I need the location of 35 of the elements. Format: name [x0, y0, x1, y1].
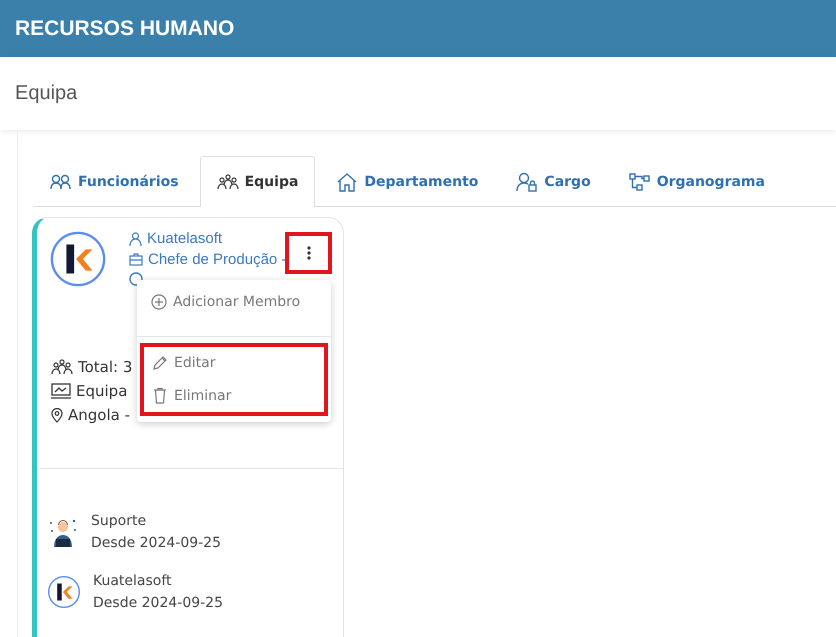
pencil-icon — [152, 355, 168, 371]
user-lock-icon — [516, 172, 538, 192]
member-since: Desde 2024-09-25 — [93, 595, 223, 611]
briefcase-icon — [129, 253, 143, 266]
trash-icon — [152, 387, 168, 404]
total-text: Total: 3 — [78, 358, 132, 376]
more-button[interactable] — [285, 232, 332, 274]
menu-item[interactable]: Editar — [144, 347, 324, 379]
tab[interactable]: Equipa — [200, 156, 316, 207]
logo-icon — [47, 575, 81, 609]
org-chart-icon — [628, 172, 651, 190]
location-text: Angola - — [68, 406, 130, 424]
page-title: Equipa — [15, 82, 78, 105]
logo-icon — [49, 230, 107, 288]
user-icon — [129, 232, 142, 246]
member-name: Kuatelasoft — [93, 573, 173, 589]
tab[interactable]: Organograma — [612, 156, 782, 206]
team-icon — [51, 359, 73, 375]
team-name: Kuatelasoft — [147, 230, 222, 247]
tab[interactable]: Departamento — [319, 156, 496, 206]
users-icon — [50, 174, 72, 190]
home-icon — [336, 172, 358, 192]
chart-screen-icon — [51, 383, 71, 399]
plus-circle-icon — [151, 294, 167, 310]
menu-item[interactable]: Adicionar Membro — [137, 286, 331, 318]
map-pin-icon — [51, 408, 63, 422]
member-since: Desde 2024-09-25 — [91, 535, 221, 551]
tab[interactable]: Cargo — [499, 156, 608, 206]
kebab-icon — [306, 246, 310, 260]
tab[interactable]: Funcionários — [33, 156, 196, 206]
app-title: RECURSOS HUMANO — [15, 16, 234, 40]
team-type: Equipa — [76, 382, 128, 400]
member-name: Suporte — [91, 513, 148, 529]
menu-item[interactable]: Eliminar — [144, 379, 324, 412]
team-icon — [216, 174, 239, 190]
